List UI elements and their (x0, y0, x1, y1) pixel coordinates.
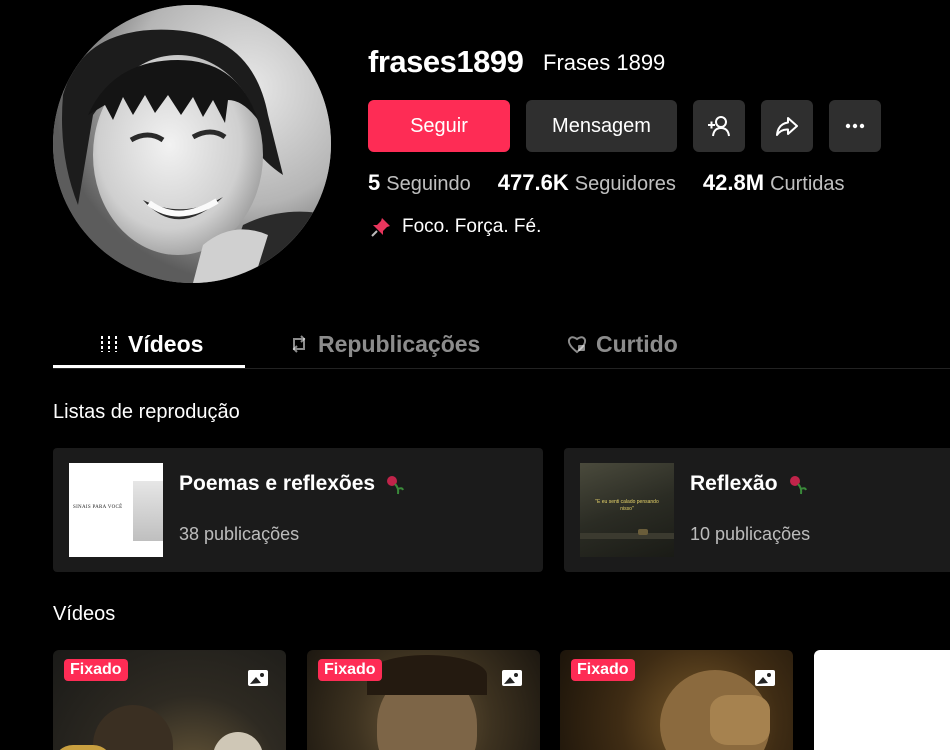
pushpin-icon (371, 218, 390, 237)
more-options-button[interactable] (829, 100, 881, 152)
videos-section-title: Vídeos (53, 603, 116, 625)
video-card[interactable]: Fixado (307, 650, 540, 750)
playlists-section-title: Listas de reprodução (53, 401, 240, 423)
stat-label: Curtidas (770, 173, 845, 195)
tab-liked[interactable]: Curtido (566, 320, 678, 368)
stat-label: Seguidores (574, 173, 676, 195)
video-card[interactable]: Fixado (560, 650, 793, 750)
stat-value: 477.6K (497, 170, 569, 195)
share-button[interactable] (761, 100, 813, 152)
stat-following[interactable]: 5 Seguindo (368, 170, 471, 196)
pinned-badge: Fixado (64, 659, 128, 681)
tab-reposts[interactable]: Republicações (288, 320, 480, 368)
bio-text: Foco. Força. Fé. (402, 216, 542, 237)
profile-page: frases1899 Frases 1899 Seguir Mensagem 5… (0, 0, 950, 750)
nickname: Frases 1899 (543, 50, 666, 75)
wilted-rose-icon (387, 476, 405, 495)
bio: Foco. Força. Fé. (370, 216, 541, 238)
heart-lock-icon (567, 336, 587, 354)
thumbnail-text: "E eu senti calado pensando nisso" (595, 499, 659, 512)
photo-icon (502, 670, 522, 686)
repost-icon (292, 335, 306, 353)
message-button[interactable]: Mensagem (526, 100, 677, 152)
follow-button[interactable]: Seguir (368, 100, 510, 152)
playlist-thumbnail: SINAIS PARA VOCÊ (69, 463, 163, 557)
stat-value: 5 (368, 170, 381, 195)
playlist-count: 10 publicações (690, 524, 811, 544)
thumbnail-text: SINAIS PARA VOCÊ (73, 505, 123, 510)
playlist-card[interactable]: SINAIS PARA VOCÊ Poemas e reflexões 38 p… (53, 448, 543, 572)
photo-icon (755, 670, 775, 686)
tab-label: Republicações (318, 330, 481, 357)
profile-stats: 5 Seguindo 477.6K Seguidores 42.8M Curtidas (368, 170, 845, 196)
profile-tabs: Vídeos Republicações Curtido (53, 320, 950, 369)
add-user-icon (708, 116, 730, 137)
playlist-thumbnail: "E eu senti calado pensando nisso" (580, 463, 674, 557)
stat-followers[interactable]: 477.6K Seguidores (498, 170, 676, 196)
username: frases1899 (368, 44, 524, 79)
video-card[interactable] (814, 650, 950, 750)
share-arrow-icon (776, 117, 798, 136)
pinned-badge: Fixado (571, 659, 635, 681)
playlist-title-text: Reflexão (690, 472, 778, 495)
more-dots-icon (845, 123, 865, 129)
active-tab-indicator (53, 365, 245, 368)
wilted-rose-icon (789, 476, 807, 495)
tab-label: Curtido (596, 330, 678, 357)
stat-likes: 42.8M Curtidas (703, 170, 845, 196)
playlist-title: Poemas e reflexões (179, 472, 405, 496)
playlist-title-text: Poemas e reflexões (179, 472, 376, 495)
playlist-count: 38 publicações (179, 524, 300, 544)
tab-videos[interactable]: Vídeos (98, 320, 203, 368)
tab-label: Vídeos (128, 330, 204, 357)
stat-label: Seguindo (386, 173, 471, 195)
pinned-badge: Fixado (318, 659, 382, 681)
stat-value: 42.8M (702, 170, 765, 195)
video-card[interactable]: Fixado (53, 650, 286, 750)
avatar[interactable] (53, 5, 331, 283)
avatar-photo (53, 5, 331, 283)
add-friend-button[interactable] (693, 100, 745, 152)
photo-icon (248, 670, 268, 686)
grid-lines-icon (101, 336, 117, 352)
playlist-card[interactable]: "E eu senti calado pensando nisso" Refle… (564, 448, 950, 572)
playlist-title: Reflexão (690, 472, 808, 496)
